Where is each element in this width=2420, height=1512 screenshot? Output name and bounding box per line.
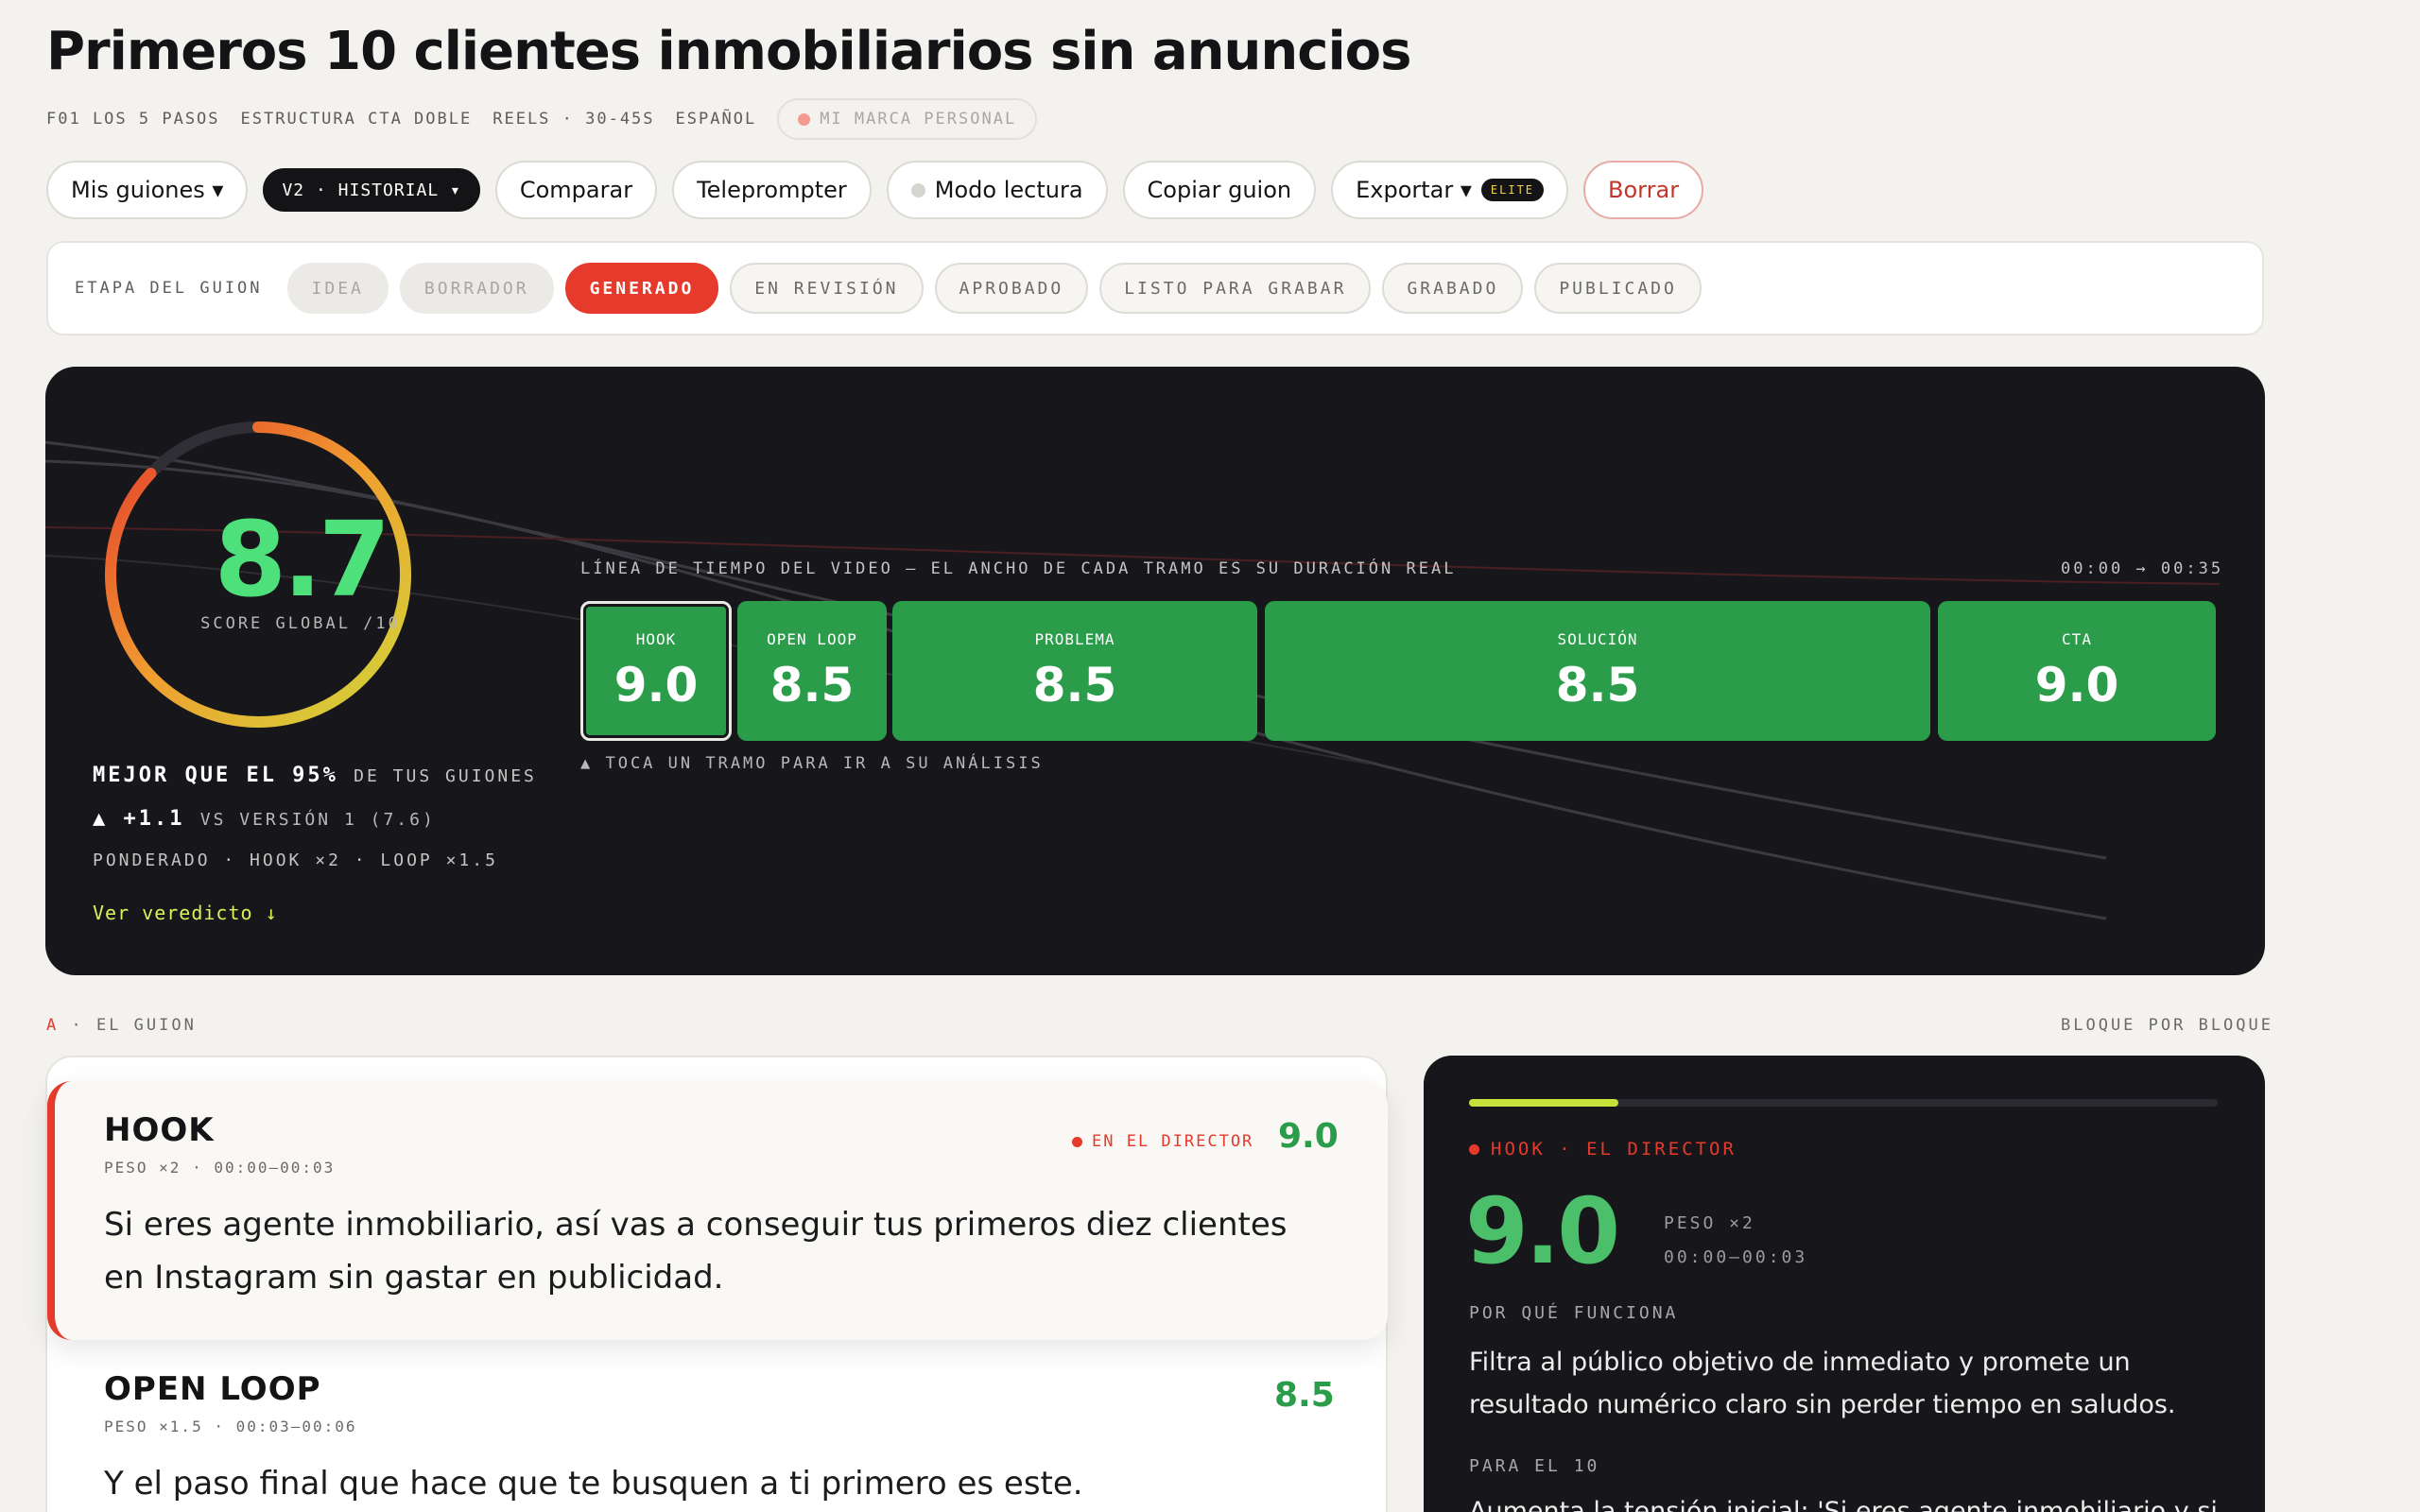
toolbar: Mis guiones ▾ V2 · HISTORIAL ▾ Comparar … [46,161,1704,219]
stage-published[interactable]: PUBLICADO [1534,263,1702,314]
block-score: 9.0 [1278,1117,1339,1156]
segment-score: 8.5 [1032,657,1117,713]
meta-format: F01 LOS 5 PASOS [46,110,220,129]
script-meta: F01 LOS 5 PASOS ESTRUCTURA CTA DOBLE REE… [46,98,1038,140]
segment-name: SOLUCIÓN [1557,629,1638,648]
status-dot-icon [798,112,811,126]
block-score: 8.5 [1274,1376,1335,1415]
global-score-value: 8.7 [214,499,391,620]
to10-text: Aumenta la tensión inicial: 'Si eres age… [1469,1497,2216,1512]
timeline-label: LÍNEA DE TIEMPO DEL VIDEO — EL ANCHO DE … [580,559,1457,578]
director-time: 00:00–00:03 [1664,1247,1808,1267]
meta-platform: REELS · 30-45S [493,110,655,129]
segment-name: PROBLEMA [1034,629,1115,648]
stage-approved[interactable]: APROBADO [934,263,1089,314]
compare-button[interactable]: Comparar [494,161,658,219]
script-block-hook[interactable]: HOOK PESO ×2 · 00:00–00:03 EN EL DIRECTO… [47,1081,1388,1340]
meta-structure: ESTRUCTURA CTA DOBLE [240,110,473,129]
percentile-text: MEJOR QUE EL 95% DE TUS GUIONES [93,764,537,787]
block-text: Si eres agente inmobiliario, así vas a c… [104,1206,1288,1297]
timeline-hint: ▲ TOCA UN TRAMO PARA IR A SU ANÁLISIS [580,754,1044,773]
section-letter: A [46,1016,60,1035]
segment-score: 9.0 [614,657,699,713]
active-dot-icon [1072,1136,1082,1147]
in-director-tag: EN EL DIRECTOR [1072,1132,1253,1151]
meta-language: ESPAÑOL [675,110,757,129]
section-name: · EL GUION [71,1016,197,1035]
director-tag: HOOK · EL DIRECTOR [1469,1139,1737,1160]
stage-generated[interactable]: GENERADO [564,263,719,314]
script-block-open-loop[interactable]: OPEN LOOP PESO ×1.5 · 00:03–00:06 8.5 Y … [47,1361,1388,1512]
segment-score: 8.5 [1555,657,1640,713]
stage-bar: ETAPA DEL GUION IDEA BORRADOR GENERADO E… [46,241,2264,335]
version-history-button[interactable]: V2 · HISTORIAL ▾ [263,168,480,212]
director-panel: HOOK · EL DIRECTOR 9.0 PESO ×2 00:00–00:… [1424,1056,2265,1512]
director-progress [1469,1099,2218,1107]
timeline-segment-problema[interactable]: PROBLEMA 8.5 [892,601,1257,741]
block-name: HOOK [104,1111,215,1149]
segment-score: 8.5 [769,657,855,713]
timeline-segment-solucion[interactable]: SOLUCIÓN 8.5 [1265,601,1930,741]
segment-name: OPEN LOOP [767,629,857,648]
percentile-rest: DE TUS GUIONES [354,766,537,786]
section-subtitle: BLOQUE POR BLOQUE [2061,1016,2273,1035]
weights-text: PONDERADO · HOOK ×2 · LOOP ×1.5 [93,850,498,870]
director-score: 9.0 [1465,1178,1620,1284]
stage-idea[interactable]: IDEA [286,263,389,314]
timeline-segment-hook[interactable]: HOOK 9.0 [580,601,732,741]
segment-name: CTA [2062,629,2092,648]
why-text: Filtra al público objetivo de inmediato … [1469,1348,2176,1419]
export-button[interactable]: Exportar ▾ ELITE [1331,161,1569,219]
verdict-link[interactable]: Ver veredicto ↓ [93,902,278,924]
director-tag-label: EN EL DIRECTOR [1092,1132,1254,1151]
brand-pill[interactable]: MI MARCA PERSONAL [777,98,1038,140]
block-meta: PESO ×1.5 · 00:03–00:06 [104,1418,357,1435]
director-weight: PESO ×2 [1664,1213,1755,1233]
page-title: Primeros 10 clientes inmobiliarios sin a… [46,21,1411,82]
toggle-dot-icon [910,182,925,198]
stage-label: ETAPA DEL GUION [75,279,263,298]
segment-score: 9.0 [2034,657,2119,713]
block-text: Y el paso final que hace que te busquen … [104,1465,1083,1503]
teleprompter-button[interactable]: Teleprompter [672,161,872,219]
stage-recorded[interactable]: GRABADO [1382,263,1524,314]
block-meta: PESO ×2 · 00:00–00:03 [104,1159,336,1177]
reading-mode-label: Modo lectura [934,177,1083,203]
active-dot-icon [1469,1143,1479,1155]
section-title: A · EL GUION [46,1016,197,1035]
to10-heading: PARA EL 10 [1469,1456,1600,1476]
stage-ready-to-record[interactable]: LISTO PARA GRABAR [1099,263,1372,314]
why-heading: POR QUÉ FUNCIONA [1469,1303,1679,1323]
timeline-segment-open-loop[interactable]: OPEN LOOP 8.5 [737,601,887,741]
stage-draft[interactable]: BORRADOR [399,263,554,314]
global-score-label: SCORE GLOBAL /10 [200,614,401,633]
delta-rest: VS VERSIÓN 1 (7.6) [199,810,436,830]
percentile-strong: MEJOR QUE EL 95% [93,764,338,787]
version-delta: ▲ +1.1 VS VERSIÓN 1 (7.6) [93,807,436,831]
director-meta: PESO ×2 00:00–00:03 [1664,1207,1807,1275]
score-panel: 8.7 SCORE GLOBAL /10 MEJOR QUE EL 95% DE… [45,367,2265,975]
stage-in-review[interactable]: EN REVISIÓN [730,263,924,314]
elite-badge: ELITE [1480,179,1545,201]
director-tag-label: HOOK · EL DIRECTOR [1491,1139,1737,1160]
director-progress-fill [1469,1099,1619,1107]
timeline-segment-cta[interactable]: CTA 9.0 [1938,601,2216,741]
export-label: Exportar ▾ [1356,177,1472,203]
reading-mode-toggle[interactable]: Modo lectura [886,161,1108,219]
delete-button[interactable]: Borrar [1583,161,1704,219]
my-scripts-button[interactable]: Mis guiones ▾ [46,161,249,219]
brand-pill-label: MI MARCA PERSONAL [820,110,1017,129]
segment-name: HOOK [635,629,677,648]
delta-strong: ▲ +1.1 [93,807,185,831]
timeline-range: 00:00 → 00:35 [2061,559,2224,578]
copy-script-button[interactable]: Copiar guion [1122,161,1317,219]
block-name: OPEN LOOP [104,1370,321,1408]
